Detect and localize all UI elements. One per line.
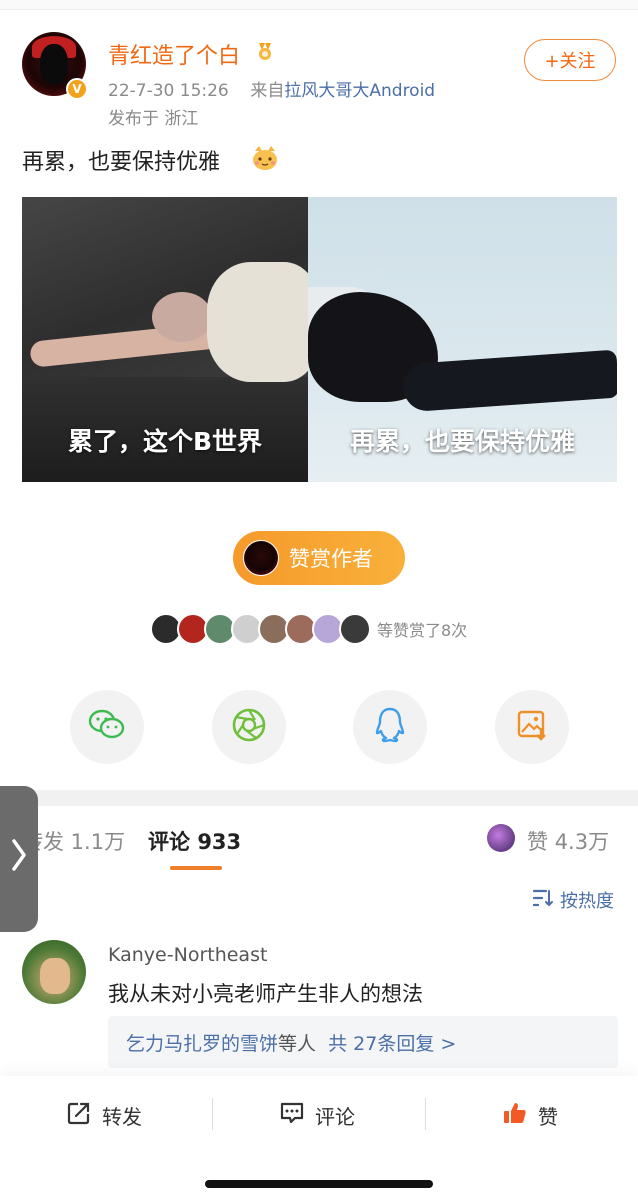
commenter-avatar[interactable] (22, 940, 86, 1004)
wechat-icon (87, 708, 127, 746)
supporters-row[interactable]: 等赞赏了8次 (150, 611, 467, 647)
reward-avatar (243, 540, 279, 576)
image-caption-2: 再累，也要保持优雅 (349, 427, 575, 456)
medal-icon (254, 40, 276, 67)
share-row (0, 690, 638, 766)
reward-label: 赞赏作者 (289, 547, 373, 571)
comment-button[interactable]: 评论 (279, 1100, 355, 1130)
verified-badge-icon: V (66, 78, 88, 100)
reward-author-button[interactable]: 赞赏作者 (233, 531, 405, 585)
thumbs-up-icon (502, 1100, 528, 1131)
bar-separator (212, 1098, 213, 1130)
liker-avatar (487, 824, 515, 852)
interaction-tabs: 转发 1.1万 评论 933 赞 4.3万 (0, 806, 638, 872)
like-label: 赞 (538, 1104, 558, 1129)
post-location: 发布于 浙江 (108, 109, 199, 129)
like-button[interactable]: 赞 (502, 1100, 558, 1130)
cat-emoji-icon (250, 143, 280, 173)
avatar-face (40, 44, 68, 84)
avatar-figure (40, 958, 70, 994)
sort-icon (532, 888, 554, 913)
save-image-button[interactable] (495, 690, 569, 764)
share-qq-button[interactable] (353, 690, 427, 764)
section-divider (0, 790, 638, 806)
commenter-name[interactable]: Kanye-Northeast (108, 944, 267, 966)
image-head (152, 292, 212, 342)
bar-separator (425, 1098, 426, 1130)
share-moments-button[interactable] (212, 690, 286, 764)
repost-label: 转发 (102, 1104, 142, 1129)
source-prefix: 来自 (250, 81, 285, 101)
image-shirt (207, 262, 308, 382)
tab-comments[interactable]: 评论 933 (148, 826, 241, 856)
post-image-1[interactable]: 累了，这个B世界 (22, 197, 308, 482)
image-caption-1: 累了，这个B世界 (67, 427, 263, 456)
side-drawer-handle[interactable] (0, 786, 38, 932)
save-image-icon (515, 708, 549, 746)
follow-button[interactable]: +关注 (524, 39, 616, 81)
sort-toggle[interactable]: 按热度 (532, 887, 614, 913)
author-name[interactable]: 青红造了个白 (108, 38, 240, 70)
repost-button[interactable]: 转发 (66, 1100, 142, 1130)
replies-preview[interactable]: 乞力马扎罗的雪饼 等人 共 27条回复 > (108, 1016, 618, 1068)
comment-text: 我从未对小亮老师产生非人的想法 (108, 982, 423, 1006)
active-tab-indicator (170, 866, 222, 870)
source-device-link[interactable]: 拉风大哥大Android (284, 81, 435, 101)
reply-suffix: 等人 (278, 1032, 317, 1055)
tab-comments-label: 评论 (148, 830, 190, 854)
post-time: 22-7-30 15:26 (108, 81, 229, 101)
repost-icon (66, 1100, 92, 1131)
reply-count-link[interactable]: 共 27条回复 > (328, 1029, 456, 1056)
moments-icon (231, 707, 267, 747)
post-meta: 22-7-30 15:26 来自拉风大哥大Android (108, 76, 435, 101)
post-text: 再累，也要保持优雅 (22, 150, 221, 175)
chevron-right-icon (11, 838, 27, 881)
post-images: 累了，这个B世界 再累，也要保持优雅 (22, 197, 617, 482)
reward-summary: 等赞赏了8次 (377, 621, 468, 640)
follow-label: +关注 (544, 51, 596, 72)
share-wechat-button[interactable] (70, 690, 144, 764)
post-image-2[interactable]: 再累，也要保持优雅 (308, 197, 617, 482)
tab-likes[interactable]: 赞 4.3万 (527, 826, 609, 856)
tab-likes-label: 赞 (527, 830, 548, 854)
top-divider (0, 0, 638, 10)
supporter-avatar (339, 613, 371, 645)
comment-label: 评论 (315, 1104, 355, 1129)
sort-label: 按热度 (560, 891, 614, 912)
home-indicator[interactable] (205, 1180, 433, 1188)
tab-comments-count: 933 (197, 830, 242, 854)
reply-user-link[interactable]: 乞力马扎罗的雪饼 (126, 1029, 278, 1056)
qq-icon (373, 706, 407, 748)
comment-icon (279, 1100, 305, 1131)
tab-likes-count: 4.3万 (554, 830, 610, 854)
